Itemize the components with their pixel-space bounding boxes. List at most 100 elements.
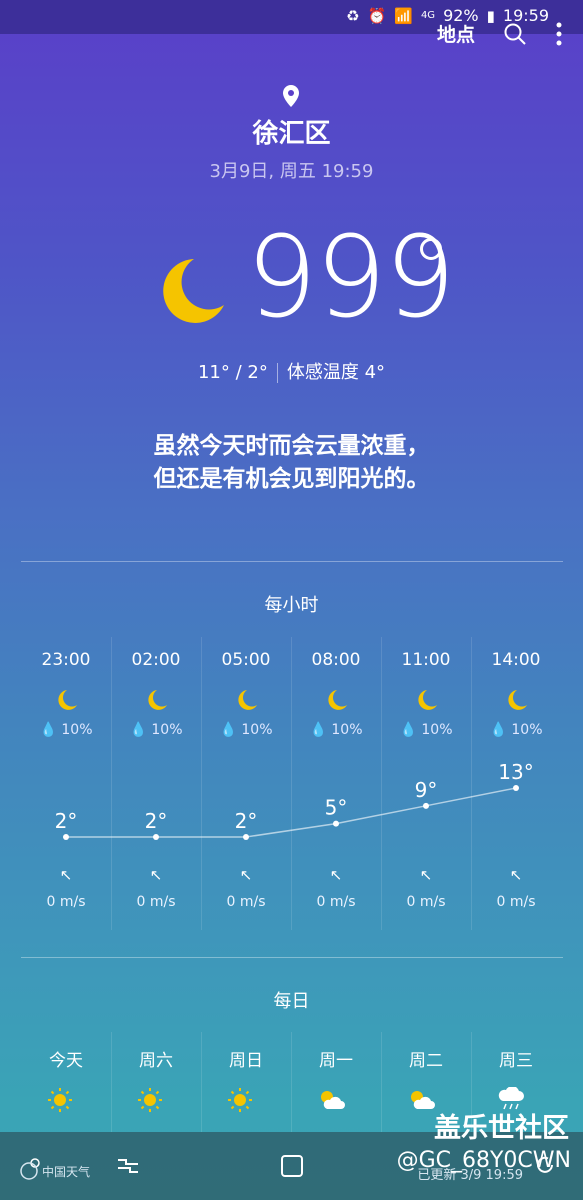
temp-point — [333, 820, 339, 827]
daily-day: 周三 — [499, 1051, 533, 1071]
wind-speed: 0 m/s — [136, 894, 176, 910]
top-bar: 地点 — [437, 20, 563, 47]
wind-item: ↖ 0 m/s — [201, 866, 291, 910]
raindrop-icon: 💧 — [219, 722, 237, 738]
daily-item[interactable]: 周六 — [111, 1046, 201, 1118]
hourly-temp: 5° — [325, 796, 348, 820]
sun-icon — [48, 1088, 72, 1112]
wind-speed: 0 m/s — [496, 894, 536, 910]
sun-icon — [228, 1088, 252, 1112]
daily-day: 周六 — [139, 1051, 173, 1071]
daily-day: 周日 — [229, 1051, 263, 1071]
raindrop-icon: 💧 — [39, 722, 57, 738]
divider — [21, 957, 563, 958]
daily-title: 每日 — [273, 991, 310, 1012]
rain-value: 10% — [61, 722, 93, 738]
rain-value: 10% — [511, 722, 543, 738]
moon-icon — [148, 690, 167, 710]
wind-speed: 0 m/s — [226, 894, 266, 910]
provider-name: 中国天气 — [42, 1164, 91, 1179]
degree-symbol — [420, 238, 442, 260]
more-options-icon[interactable] — [555, 21, 563, 47]
wind-direction-icon: ↖ — [149, 866, 163, 884]
location-button[interactable]: 地点 — [437, 20, 475, 47]
rain-chance: 💧 10% — [201, 722, 291, 738]
provider-logo: 中国天气 — [20, 1162, 90, 1180]
temp-point — [513, 785, 519, 791]
moon-icon — [238, 690, 257, 710]
signal-label: 4G — [420, 10, 436, 21]
hourly-title: 每小时 — [264, 595, 319, 616]
hourly-temp: 13° — [498, 760, 533, 784]
moon-icon — [58, 690, 77, 710]
hourly-temp: 9° — [415, 778, 438, 802]
cma-logo-icon — [20, 1162, 38, 1180]
rain-chance: 💧 10% — [291, 722, 381, 738]
wind-direction-icon: ↖ — [509, 866, 523, 884]
hourly-item[interactable]: 11:00 💧 10% — [381, 650, 471, 738]
rain-chance: 💧 10% — [471, 722, 561, 738]
raindrop-icon: 💧 — [309, 722, 327, 738]
wind-item: ↖ 0 m/s — [291, 866, 381, 910]
moon-icon — [163, 259, 224, 323]
daily-day: 周一 — [319, 1051, 353, 1071]
hourly-item[interactable]: 23:00 💧 10% — [21, 650, 111, 738]
wind-direction-icon: ↖ — [329, 866, 343, 884]
search-icon[interactable] — [503, 22, 527, 46]
raindrop-icon: 💧 — [129, 722, 147, 738]
separator — [276, 363, 278, 383]
moon-icon — [328, 690, 347, 710]
watermark-user: @GC_68Y0CWN — [396, 1148, 571, 1173]
hourly-time: 11:00 — [401, 650, 451, 670]
hourly-item[interactable]: 02:00 💧 10% — [111, 650, 201, 738]
high-low-temp: 11° / 2° 体感温度 4° — [0, 358, 583, 384]
moon-icon — [418, 690, 437, 710]
wind-direction-icon: ↖ — [419, 866, 433, 884]
daily-day: 今天 — [49, 1051, 83, 1071]
wind-direction-icon: ↖ — [239, 866, 253, 884]
hourly-time: 14:00 — [491, 650, 541, 670]
daily-day: 周二 — [409, 1051, 443, 1071]
rain-chance: 💧 10% — [21, 722, 111, 738]
hourly-temp: 2° — [145, 809, 168, 833]
wind-item: ↖ 0 m/s — [381, 866, 471, 910]
sun-icon — [138, 1088, 162, 1112]
district-name[interactable]: 徐汇区 — [0, 113, 583, 150]
wind-speed: 0 m/s — [46, 894, 86, 910]
summary-line-1: 虽然今天时而会云量浓重， — [153, 433, 430, 459]
date-time: 3月9日, 周五 19:59 — [209, 161, 374, 182]
wind-item: ↖ 0 m/s — [471, 866, 561, 910]
recycle-icon: ♻ — [346, 6, 360, 25]
daily-item[interactable]: 今天 — [21, 1046, 111, 1118]
partly-cloudy-icon — [321, 1091, 345, 1109]
wind-item: ↖ 0 m/s — [111, 866, 201, 910]
divider — [21, 561, 563, 562]
temp-point — [243, 834, 249, 840]
wind-speed: 0 m/s — [316, 894, 356, 910]
wind-direction-icon: ↖ — [59, 866, 73, 884]
recent-apps-icon[interactable] — [116, 1156, 140, 1176]
hourly-item[interactable]: 14:00 💧 10% — [471, 650, 561, 738]
alarm-icon: ⏰ — [367, 6, 387, 25]
daily-item[interactable]: 周一 — [291, 1046, 381, 1118]
hourly-item[interactable]: 08:00 💧 10% — [291, 650, 381, 738]
daily-item[interactable]: 周日 — [201, 1046, 291, 1118]
rain-value: 10% — [241, 722, 273, 738]
moon-icon — [508, 690, 527, 710]
hourly-time: 05:00 — [221, 650, 271, 670]
temp-point — [153, 834, 159, 840]
wind-item: ↖ 0 m/s — [21, 866, 111, 910]
weather-summary: 虽然今天时而会云量浓重， 但还是有机会见到阳光的。 — [0, 430, 583, 496]
hourly-item[interactable]: 05:00 💧 10% — [201, 650, 291, 738]
partly-cloudy-icon — [411, 1091, 435, 1109]
hourly-temp: 2° — [235, 809, 258, 833]
hourly-time: 08:00 — [311, 650, 361, 670]
rain-chance: 💧 10% — [111, 722, 201, 738]
hourly-time: 02:00 — [131, 650, 181, 670]
raindrop-icon: 💧 — [489, 722, 507, 738]
rain-value: 10% — [151, 722, 183, 738]
home-icon[interactable] — [280, 1154, 304, 1178]
location-pin-icon — [283, 85, 299, 107]
temp-point — [63, 834, 69, 840]
raindrop-icon: 💧 — [399, 722, 417, 738]
